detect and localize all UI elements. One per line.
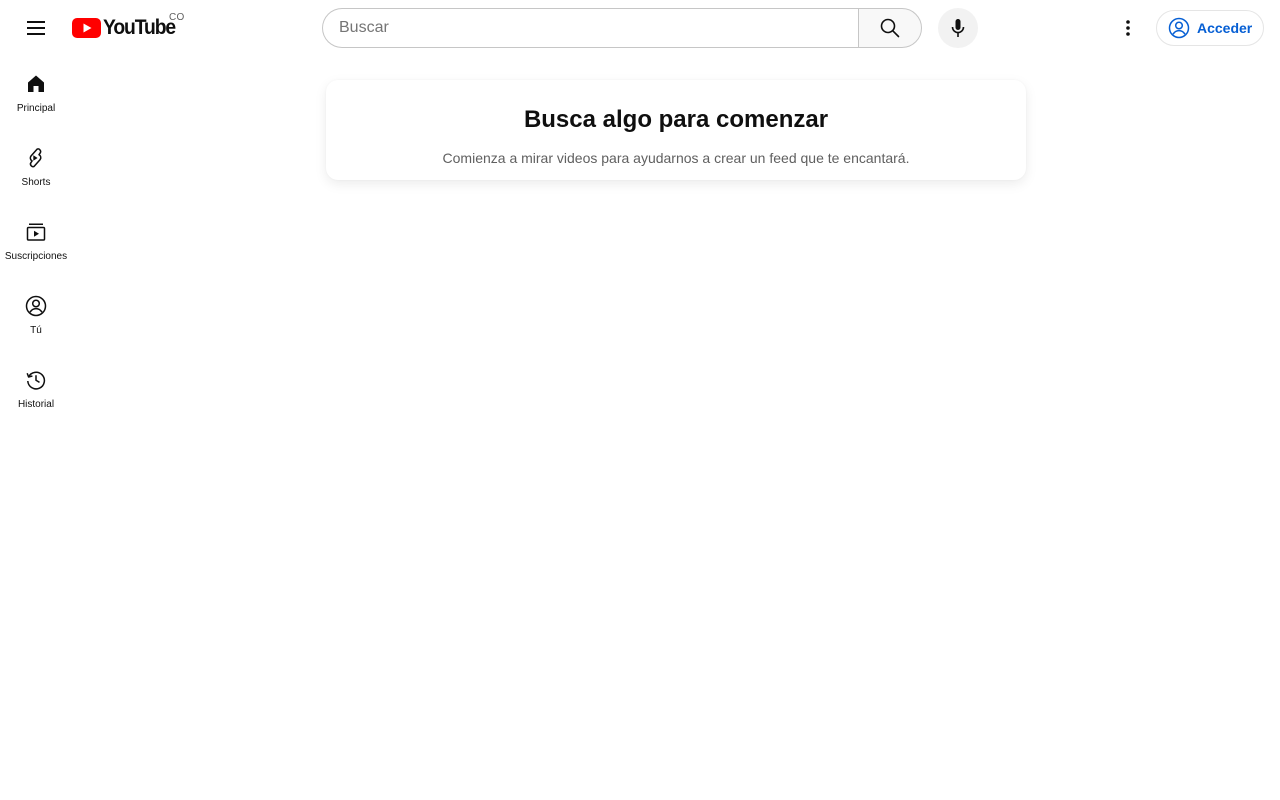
country-code: CO [169,12,185,23]
search-box[interactable] [322,8,859,48]
sidebar-item-principal[interactable]: Principal [4,56,68,130]
youtube-logo[interactable]: YouTube [72,16,181,40]
history-icon [24,368,48,392]
settings-more-button[interactable] [1108,8,1148,48]
youtube-play-icon [72,18,101,38]
masthead: YouTube CO Acceder [0,0,1280,56]
sidebar-item-shorts[interactable]: Shorts [4,130,68,204]
empty-feed-prompt-card: Busca algo para comenzar Comienza a mira… [326,80,1026,180]
sidebar-item-label: Principal [16,103,56,114]
user-circle-icon [24,294,48,318]
prompt-title: Busca algo para comenzar [523,106,829,133]
account-circle-icon [1168,17,1190,39]
subscriptions-icon [24,220,48,244]
vertical-dots-icon [1126,20,1130,36]
shorts-icon [24,146,48,170]
sign-in-label: Acceder [1197,20,1253,36]
sidebar-item-tu[interactable]: Tú [4,278,68,352]
voice-search-button[interactable] [938,8,978,48]
hamburger-menu-icon [27,21,45,35]
home-icon [24,72,48,96]
prompt-subtitle: Comienza a mirar videos para ayudarnos a… [442,150,910,166]
sidebar-item-label: Shorts [21,177,51,188]
search-input[interactable] [339,19,859,37]
sidebar-item-label: Tú [30,325,42,336]
sidebar-item-suscripciones[interactable]: Suscripciones [4,204,68,278]
guide-menu-button[interactable] [16,8,56,48]
sidebar-item-label: Historial [17,399,55,410]
search-button[interactable] [858,8,922,48]
sidebar-item-label: Suscripciones [4,251,68,262]
sign-in-button[interactable]: Acceder [1156,10,1264,46]
sidebar-item-historial[interactable]: Historial [4,352,68,426]
microphone-icon [951,19,965,37]
mini-guide: Principal Shorts Suscripciones Tú Histor… [0,56,72,426]
magnifier-icon [880,18,900,38]
logo-wordmark: YouTube [103,16,176,39]
